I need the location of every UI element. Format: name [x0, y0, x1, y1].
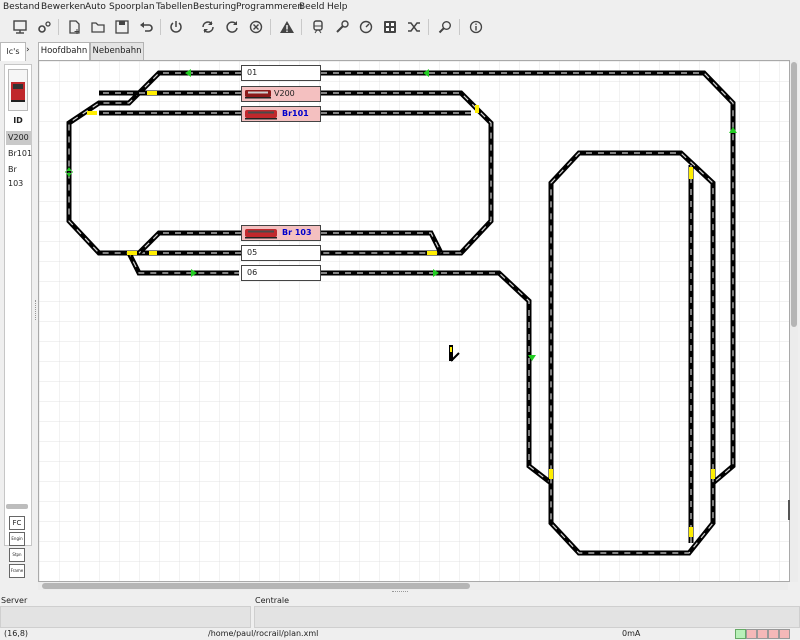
toolbar-separator: [58, 19, 59, 35]
loco-row-v200[interactable]: V200: [6, 131, 32, 145]
loco-v200-icon: [245, 90, 271, 99]
cancel-icon[interactable]: [246, 17, 266, 37]
block-05[interactable]: 05: [241, 245, 321, 261]
server-panel: [0, 606, 251, 628]
track-plan-canvas[interactable]: 01 V200 Br101 Br 103 05 06: [38, 60, 790, 582]
plan-horizontal-scrollbar[interactable]: [38, 582, 788, 590]
plan-edge-marker: [788, 500, 790, 520]
frame-button[interactable]: Frame: [9, 564, 25, 578]
status-led-red: [746, 629, 757, 639]
menu-tabellen[interactable]: Tabellen: [156, 2, 193, 12]
shuffle-icon[interactable]: [404, 17, 424, 37]
toolbar-separator: [428, 19, 429, 35]
settings-cog-icon[interactable]: [34, 17, 54, 37]
toolbar-separator: [459, 19, 460, 35]
status-led-green: [735, 629, 746, 639]
toolbar-separator: [270, 19, 271, 35]
centrale-label: Centrale: [255, 596, 290, 605]
new-file-icon[interactable]: [64, 17, 84, 37]
menu-programmeren[interactable]: Programmeren: [236, 2, 303, 12]
train-icon[interactable]: [308, 17, 328, 37]
block-v200[interactable]: V200: [241, 86, 321, 102]
vertical-scroll-thumb[interactable]: [791, 62, 797, 327]
menu-beeld[interactable]: Beeld: [299, 2, 324, 12]
loco-br103-icon: [245, 229, 277, 239]
loco-row-br103[interactable]: Br 103: [6, 163, 32, 188]
toolbar-separator: [160, 19, 161, 35]
search-icon[interactable]: [435, 17, 455, 37]
refresh-icon[interactable]: [222, 17, 242, 37]
info-icon[interactable]: [466, 17, 486, 37]
loco-panel-splitter[interactable]: [6, 504, 28, 509]
status-current: 0mA: [622, 629, 641, 638]
block-label: 05: [247, 248, 258, 257]
menu-bar: Bestand Bewerken Auto Spoorplan Tabellen…: [0, 0, 800, 14]
loco-row-br101[interactable]: Br101: [6, 147, 32, 161]
loco-br101-icon: [245, 110, 277, 120]
status-led-red: [768, 629, 779, 639]
gauge-icon[interactable]: [356, 17, 376, 37]
engine-button[interactable]: Engin: [9, 532, 25, 546]
plan-vertical-scrollbar[interactable]: [790, 60, 798, 582]
plan-grid: [39, 61, 789, 581]
stop-button[interactable]: Stpn: [9, 548, 25, 562]
loco-list: ID V200 Br101 Br 103: [4, 64, 32, 546]
open-folder-icon[interactable]: [88, 17, 108, 37]
loco-panel-tab[interactable]: lc's: [0, 42, 26, 61]
loco-thumbnail-icon: [11, 82, 25, 102]
block-label: V200: [274, 89, 295, 98]
save-icon[interactable]: [112, 17, 132, 37]
menu-besturing[interactable]: Besturing: [193, 2, 236, 12]
power-icon[interactable]: [166, 17, 186, 37]
panel-splitter-handle[interactable]: [392, 591, 408, 595]
block-br103[interactable]: Br 103: [241, 225, 321, 241]
loco-panel: lc's › ID V200 Br101 Br 103 FC Engin Stp…: [0, 42, 34, 594]
status-bar: (16,8) /home/paul/rocrail/plan.xml 0mA: [0, 628, 800, 640]
block-label: Br101: [282, 109, 309, 118]
block-label: Br 103: [282, 228, 312, 237]
sync-icon[interactable]: [198, 17, 218, 37]
toolbar: [0, 15, 800, 41]
menu-auto[interactable]: Auto: [85, 2, 106, 12]
block-label: 01: [247, 68, 258, 77]
tab-hoofdbahn[interactable]: Hoofdbahn: [38, 42, 90, 60]
block-06[interactable]: 06: [241, 265, 321, 281]
menu-help[interactable]: Help: [327, 2, 348, 12]
block-br101[interactable]: Br101: [241, 106, 321, 122]
status-led-red: [757, 629, 768, 639]
loco-column-header: ID: [13, 116, 23, 125]
block-01[interactable]: 01: [241, 65, 321, 81]
server-label: Server: [1, 596, 28, 605]
status-coordinates: (16,8): [4, 629, 29, 638]
menu-bewerken[interactable]: Bewerken: [41, 2, 85, 12]
warning-icon[interactable]: [277, 17, 297, 37]
monitor-icon[interactable]: [10, 17, 30, 37]
loco-image-frame: [8, 69, 28, 111]
grid-icon[interactable]: [380, 17, 400, 37]
fc-button[interactable]: FC: [9, 516, 25, 530]
menu-spoorplan[interactable]: Spoorplan: [109, 2, 155, 12]
menu-bestand[interactable]: Bestand: [3, 2, 40, 12]
chevron-right-icon[interactable]: ›: [26, 45, 30, 55]
horizontal-scroll-thumb[interactable]: [42, 583, 470, 589]
centrale-panel: [254, 606, 800, 628]
status-file-path: /home/paul/rocrail/plan.xml: [208, 629, 319, 638]
undo-icon[interactable]: [136, 17, 156, 37]
block-label: 06: [247, 268, 258, 277]
status-led-red: [779, 629, 790, 639]
wrench-icon[interactable]: [332, 17, 352, 37]
tab-nebenbahn[interactable]: Nebenbahn: [90, 42, 144, 60]
toolbar-separator: [301, 19, 302, 35]
